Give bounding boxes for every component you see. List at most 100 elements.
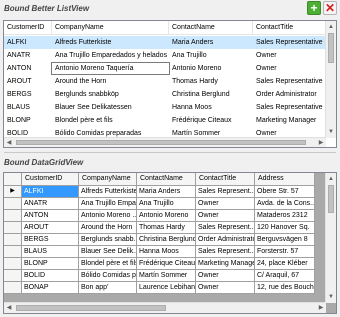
scroll-thumb[interactable] [16,305,166,311]
cell-contactname[interactable]: Laurence Lebihan [137,282,196,294]
cell-contactname[interactable]: Ana Trujillo [137,198,196,210]
cell-contactname[interactable]: Hanna Moos [137,246,196,258]
cell-address[interactable]: Berguvsvägen 8 [255,234,315,246]
column-header-contactname[interactable]: ContactName [169,21,253,35]
delete-record-button[interactable]: ✕ [323,1,337,15]
cell-contacttitle[interactable]: Marketing Manager [196,258,255,270]
list-item[interactable]: ANTON Antonio Moreno Taquería Antonio More… [4,62,326,75]
cell-contacttitle[interactable]: Owner [196,270,255,282]
column-header-address[interactable]: Address [255,173,315,186]
cell-companyname[interactable]: Around the Horn [79,222,137,234]
cell-contactname[interactable]: Christina Berglund [137,234,196,246]
listview-horizontal-scrollbar[interactable]: ◀ ▶ [4,137,326,147]
cell-customerid[interactable]: ANTON [22,210,79,222]
cell-contacttitle[interactable]: Sales Represent... [196,246,255,258]
list-item[interactable]: AROUT Around the Horn Thomas Hardy Sales Re… [4,75,326,88]
listview-vertical-scrollbar[interactable]: ▲ ▼ [325,21,336,138]
cell-address[interactable]: Obere Str. 57 [255,186,315,198]
cell-contacttitle[interactable]: Owner [196,282,255,294]
cell-companyname[interactable]: Ana Trujillo Empa... [79,198,137,210]
cell-address[interactable]: 24, place Kléber [255,258,315,270]
table-row[interactable]: ▶ ALFKI Alfreds Futterkiste Maria Anders Sal… [4,186,315,198]
list-item[interactable]: BLAUS Blauer See Delikatessen Hanna Moos Sa… [4,101,326,114]
scroll-up-arrow-icon[interactable]: ▲ [326,22,336,32]
scroll-thumb[interactable] [328,185,334,213]
cell-customerid[interactable]: BONAP [22,282,79,294]
cell-address[interactable]: Avda. de la Cons... [255,198,315,210]
cell-edit-box[interactable]: Antonio Moreno Taquería [51,62,170,75]
table-row[interactable]: ANTON Antonio Moreno ... Antonio Moreno Own… [4,210,315,222]
row-header[interactable] [4,258,22,270]
scroll-left-arrow-icon[interactable]: ◀ [4,138,14,147]
row-header[interactable] [4,270,22,282]
cell-contactname[interactable]: Frédérique Citeaux [137,258,196,270]
cell-address[interactable]: 12, rue des Bouch... [255,282,315,294]
cell-companyname[interactable]: Blondel père et fils [79,258,137,270]
row-header[interactable] [4,246,22,258]
cell-companyname[interactable]: Alfreds Futterkiste [79,186,137,198]
column-header-contacttitle[interactable]: ContactTitle [253,21,326,35]
row-header[interactable] [4,222,22,234]
cell-address[interactable]: Forsterstr. 57 [255,246,315,258]
add-record-button[interactable]: + [307,1,321,15]
cell-contacttitle[interactable]: Owner [196,198,255,210]
cell-companyname[interactable]: Bólido Comidas p... [79,270,137,282]
scroll-down-arrow-icon[interactable]: ▼ [326,127,336,137]
cell-customerid[interactable]: BLONP [22,258,79,270]
column-header-customerid[interactable]: CustomerID [4,21,52,35]
list-item[interactable]: ALFKI Alfreds Futterkiste Maria Anders Sale… [4,36,326,49]
cell-contactname[interactable]: Thomas Hardy [137,222,196,234]
list-item[interactable]: BERGS Berglunds snabbköp Christina Berglun… [4,88,326,101]
scroll-thumb[interactable] [16,140,306,145]
cell-contactname[interactable]: Maria Anders [137,186,196,198]
cell-contacttitle[interactable]: Sales Represent... [196,186,255,198]
cell-companyname[interactable]: Blauer See Delik... [79,246,137,258]
table-row[interactable]: ANATR Ana Trujillo Empa... Ana Trujillo Own… [4,198,315,210]
cell-address[interactable]: Mataderos 2312 [255,210,315,222]
row-header[interactable] [4,282,22,294]
list-item[interactable]: BLONP Blondel père et fils Frédérique Cite… [4,114,326,127]
table-row[interactable]: BONAP Bon app' Laurence Lebihan Owner 12, ru… [4,282,315,294]
cell-customerid[interactable]: ALFKI [22,186,79,198]
row-header[interactable] [4,234,22,246]
column-header-companyname[interactable]: CompanyName [79,173,137,186]
table-row[interactable]: BLAUS Blauer See Delik... Hanna Moos Sales … [4,246,315,258]
scroll-left-arrow-icon[interactable]: ◀ [4,303,14,313]
datagrid-vertical-scrollbar[interactable]: ▲ ▼ [325,173,336,303]
row-header[interactable]: ▶ [4,186,22,198]
cell-customerid[interactable]: BERGS [22,234,79,246]
table-row[interactable]: BOLID Bólido Comidas p... Martín Sommer Own… [4,270,315,282]
cell-contactname[interactable]: Antonio Moreno [137,210,196,222]
table-row[interactable]: AROUT Around the Horn Thomas Hardy Sales Re… [4,222,315,234]
cell-contacttitle[interactable]: Order Administrator [196,234,255,246]
table-row[interactable]: BLONP Blondel père et fils Frédérique Cite… [4,258,315,270]
cell-address[interactable]: C/ Araquil, 67 [255,270,315,282]
cell-customerid[interactable]: AROUT [22,222,79,234]
scroll-down-arrow-icon[interactable]: ▼ [326,292,336,302]
cell-customerid[interactable]: BOLID [22,270,79,282]
row-header[interactable] [4,198,22,210]
cell-companyname[interactable]: Antonio Moreno ... [79,210,137,222]
cell-companyname[interactable]: Bon app' [79,282,137,294]
cell-customerid[interactable]: ANATR [22,198,79,210]
cell-companyname[interactable]: Berglunds snabb... [79,234,137,246]
cell-contactname[interactable]: Martín Sommer [137,270,196,282]
table-row[interactable]: BERGS Berglunds snabb... Christina Berglun… [4,234,315,246]
cell-contacttitle[interactable]: Sales Represent... [196,222,255,234]
column-header-contacttitle[interactable]: ContactTitle [196,173,255,186]
column-header-customerid[interactable]: CustomerID [22,173,79,186]
cell-customerid[interactable]: BLAUS [22,246,79,258]
scroll-up-arrow-icon[interactable]: ▲ [326,174,336,184]
scroll-right-arrow-icon[interactable]: ▶ [316,303,326,313]
datagrid-corner-header[interactable] [4,173,22,186]
cell-address[interactable]: 120 Hanover Sq. [255,222,315,234]
datagrid-horizontal-scrollbar[interactable]: ◀ ▶ [4,302,326,313]
row-header[interactable] [4,210,22,222]
column-header-contactname[interactable]: ContactName [137,173,196,186]
scroll-right-arrow-icon[interactable]: ▶ [316,138,326,147]
scroll-thumb[interactable] [328,33,334,63]
column-header-companyname[interactable]: CompanyName [52,21,169,35]
customers-datagridview[interactable]: CustomerID CompanyName ContactName Conta… [3,172,337,314]
cell-contacttitle[interactable]: Owner [196,210,255,222]
customers-listview[interactable]: CustomerID CompanyName ContactName Conta… [3,20,337,148]
